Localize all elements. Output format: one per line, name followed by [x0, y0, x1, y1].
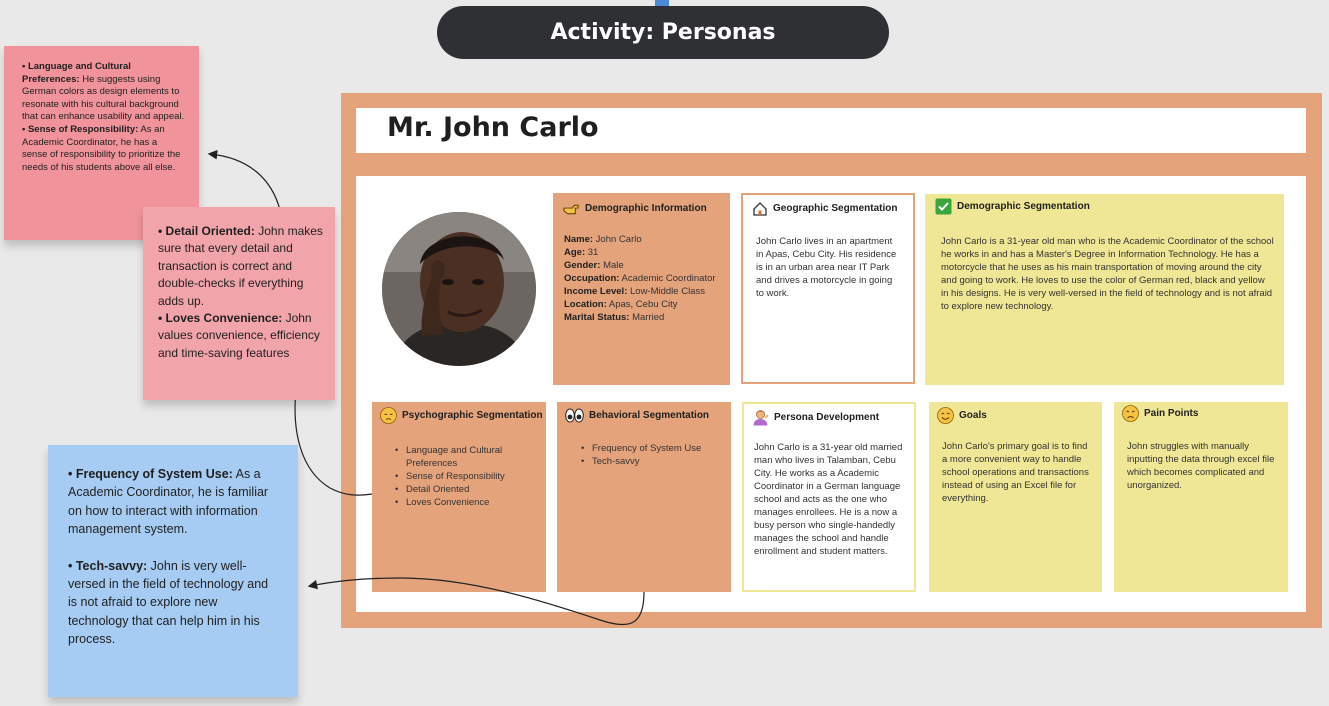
sticky-heading: • Loves Convenience: [158, 311, 283, 326]
sticky-heading: • Tech-savvy: [68, 558, 148, 573]
sticky-heading: • Detail Oriented: [158, 224, 255, 238]
connector-arrow-blue [307, 577, 645, 626]
sticky-note-frequency-techsavvy[interactable]: • Frequency of System Use: As a Academic… [48, 445, 298, 697]
sticky-heading: • Frequency of System Use: [68, 467, 233, 481]
connector-psychographic [294, 389, 373, 496]
sticky-heading: • Sense of Responsibility: [22, 123, 139, 135]
sticky-note-detail-convenience[interactable]: • Detail Oriented: John makes sure that … [143, 207, 335, 400]
connector-arrow-pink [207, 149, 281, 211]
